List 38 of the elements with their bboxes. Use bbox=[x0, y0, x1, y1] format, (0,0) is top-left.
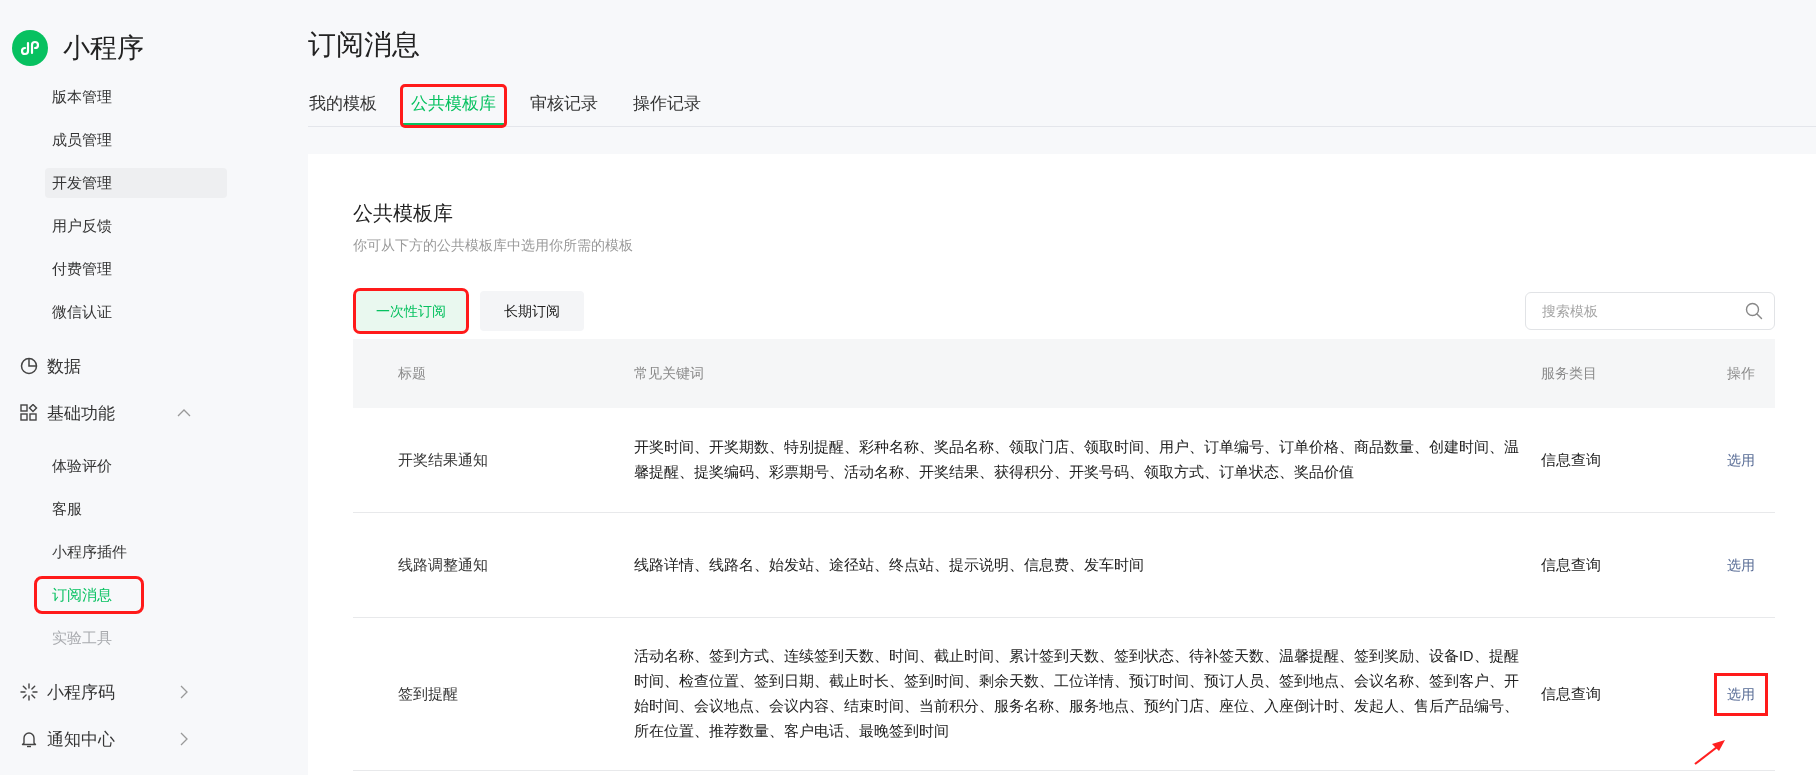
keywords-text: 线路详情、线路名、始发站、途径站、终点站、提示说明、信息费、发车时间 bbox=[634, 555, 1144, 575]
select-link[interactable]: 选用 bbox=[1727, 550, 1755, 580]
service-category: 信息查询 bbox=[1541, 450, 1601, 470]
sidebar-item[interactable]: 开发管理 bbox=[45, 168, 227, 198]
tab[interactable]: 我的模板 bbox=[308, 86, 378, 126]
sidebar-section[interactable]: 基础功能 bbox=[0, 398, 260, 428]
sidebar-section[interactable]: 小程序码 bbox=[0, 677, 260, 707]
tab[interactable]: 操作记录 bbox=[632, 86, 702, 126]
sidebar-item[interactable]: 客服 bbox=[45, 494, 89, 524]
sidebar-item[interactable]: 小程序插件 bbox=[45, 537, 134, 567]
section-title: 公共模板库 bbox=[353, 201, 454, 226]
template-title: 签到提醒 bbox=[398, 684, 458, 704]
column-header: 常见关键词 bbox=[634, 365, 704, 381]
search-field[interactable]: 搜索模板 bbox=[1525, 292, 1775, 330]
app-name: 小程序 bbox=[63, 32, 144, 65]
section-description: 你可从下方的公共模板库中选用你所需的模板 bbox=[353, 237, 634, 255]
sidebar-item[interactable]: 成员管理 bbox=[45, 125, 119, 155]
select-link[interactable]: 选用 bbox=[1727, 445, 1755, 475]
select-link[interactable]: 选用 bbox=[1717, 675, 1765, 713]
column-header: 操作 bbox=[1727, 365, 1755, 381]
template-title: 开奖结果通知 bbox=[398, 450, 488, 470]
sidebar-item[interactable]: 付费管理 bbox=[45, 254, 119, 284]
keywords-text: 开奖时间、开奖期数、特别提醒、彩种名称、奖品名称、领取门店、领取时间、用户、订单编号、订单价格、商品数量、创建时间、温馨提醒、提奖编码、彩票期号、活动名称、开奖结果、获得积分、开奖号码、领取方式、订单状态、奖品价值 bbox=[634, 438, 1519, 482]
sidebar-item[interactable]: 体验评价 bbox=[45, 451, 119, 481]
service-category: 信息查询 bbox=[1541, 555, 1601, 575]
template-title: 线路调整通知 bbox=[398, 555, 488, 575]
sidebar-section[interactable]: 通知中心 bbox=[0, 724, 260, 754]
sidebar-item[interactable]: 版本管理 bbox=[45, 82, 119, 112]
page-title: 订阅消息 bbox=[308, 28, 421, 62]
column-header: 标题 bbox=[398, 365, 426, 381]
tab[interactable]: 审核记录 bbox=[529, 86, 599, 126]
service-category: 信息查询 bbox=[1541, 684, 1601, 704]
keywords-text: 活动名称、签到方式、连续签到天数、时间、截止时间、累计签到天数、签到状态、待补签天数、温馨提醒、签到奖励、设备ID、提醒时间、检查位置、签到日期、截止时长、签到时间、剩余天数、工位详情、预订时间、预订人员、签到地点、会议名称、签到客户、开始时间、会议地点、会议内容、结束时间、当前积分、服务名称、服务地点、预约门店、座位、入座倒计时、发起人、售后产品编号、所在位置、推荐数量、客户电话、最晚签到时间 bbox=[634, 647, 1519, 741]
sidebar-item[interactable]: 微信认证 bbox=[45, 297, 119, 327]
column-header: 服务类目 bbox=[1541, 365, 1597, 381]
segment-tab[interactable]: 长期订阅 bbox=[480, 291, 584, 331]
sidebar-section[interactable]: 数据 bbox=[0, 351, 260, 381]
sidebar-item[interactable]: 用户反馈 bbox=[45, 211, 119, 241]
